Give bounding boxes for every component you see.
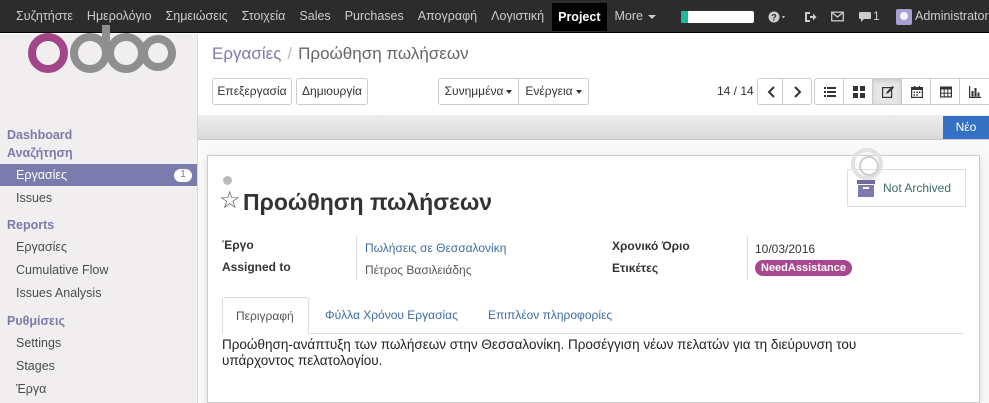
form-view-button[interactable] — [872, 78, 902, 105]
progress-fill — [681, 11, 689, 23]
envelope-icon[interactable] — [831, 0, 844, 33]
action-label: Ενέργεια — [525, 84, 573, 98]
kanban-icon — [853, 86, 865, 98]
chevron-down-icon — [647, 14, 656, 19]
sidebar-item-settings[interactable]: Settings — [0, 332, 197, 354]
sidebar-settings-heading: Ρυθμίσεις — [7, 314, 65, 328]
pager-value[interactable]: 14 / 14 — [717, 84, 754, 98]
bar-chart-icon — [969, 86, 981, 98]
chat-count: 1 — [873, 9, 880, 23]
field-divider — [747, 236, 748, 280]
notebook-tabs: Περιγραφή Φύλλα Χρόνου Εργασίας Επιπλέον… — [222, 297, 964, 334]
kanban-state-icon[interactable] — [223, 176, 232, 185]
menu-accounting[interactable]: Λογιστική — [491, 0, 544, 33]
menu-more-label: More — [614, 9, 643, 23]
edit-button[interactable]: Επεξεργασία — [212, 78, 292, 105]
menu-inventory[interactable]: Απογραφή — [418, 0, 477, 33]
breadcrumb-current: Προώθηση πωλήσεων — [298, 44, 469, 63]
tags-label: Ετικέτες — [612, 261, 659, 275]
chat-icon[interactable] — [858, 0, 872, 33]
menu-purchases[interactable]: Purchases — [345, 0, 404, 33]
sidebar-reports-heading: Reports — [7, 218, 55, 232]
create-button[interactable]: Δημιουργία — [296, 78, 368, 105]
sidebar-item-projects[interactable]: Έργα — [0, 378, 197, 400]
calendar-icon — [911, 86, 923, 98]
action-dropdown[interactable]: Ενέργεια — [518, 78, 589, 105]
sidebar-item-issues[interactable]: Issues — [0, 187, 197, 209]
sidebar-search-heading: Αναζήτηση — [7, 146, 73, 160]
statusbar — [198, 115, 989, 140]
sidebar-item-tasks[interactable]: Εργασίες 1 — [0, 164, 197, 186]
tab-description[interactable]: Περιγραφή — [222, 297, 309, 334]
star-icon[interactable]: ☆ — [219, 186, 241, 215]
chevron-right-icon — [794, 86, 802, 98]
assigned-to-label: Assigned to — [222, 260, 291, 274]
breadcrumb-tasks-link[interactable]: Εργασίες — [212, 44, 281, 63]
sidebar-item-cumulative-flow[interactable]: Cumulative Flow — [0, 259, 197, 281]
graph-view-button[interactable] — [959, 78, 989, 105]
attachments-label: Συνημμένα — [444, 84, 504, 98]
avatar[interactable] — [896, 9, 912, 25]
attachments-dropdown[interactable]: Συνημμένα — [438, 78, 519, 105]
tab-timesheets[interactable]: Φύλλα Χρόνου Εργασίας — [312, 297, 471, 334]
list-view-button[interactable] — [814, 78, 844, 105]
svg-text:?: ? — [771, 12, 777, 22]
menu-more[interactable]: More — [615, 0, 656, 33]
help-icon[interactable]: ? — [768, 0, 788, 33]
breadcrumb: Εργασίες / Προώθηση πωλήσεων — [212, 44, 469, 64]
sidebar-item-stages[interactable]: Stages — [0, 355, 197, 377]
tag-badge[interactable]: NeedAssistance — [755, 260, 852, 276]
sidebar-item-label: Εργασίες — [16, 168, 68, 182]
pager-next-button[interactable] — [782, 78, 812, 105]
tasks-count-badge: 1 — [174, 169, 192, 182]
deadline-field[interactable]: 10/03/2016 — [755, 242, 815, 256]
menu-project[interactable]: Project — [552, 2, 607, 31]
tab-extra-info[interactable]: Επιπλέον πληροφορίες — [475, 297, 625, 334]
sidebar-item-report-tasks[interactable]: Εργασίες — [0, 236, 197, 258]
sign-out-icon[interactable] — [804, 0, 817, 33]
sidebar-dashboard[interactable]: Dashboard — [7, 128, 72, 142]
project-field[interactable]: Πωλήσεις σε Θεσσαλονίκη — [365, 241, 506, 255]
user-menu[interactable]: Administrator — [915, 0, 989, 33]
chevron-down-icon — [575, 89, 582, 94]
field-divider — [356, 236, 357, 280]
description-text[interactable]: Προώθηση-ανάπτυξη των πωλήσεων στην Θεσσ… — [222, 337, 912, 369]
breadcrumb-separator: / — [287, 44, 293, 63]
archive-icon — [857, 180, 875, 197]
chevron-down-icon — [506, 89, 513, 94]
list-icon — [824, 87, 836, 97]
odoo-logo[interactable] — [26, 23, 176, 75]
deadline-label: Χρονικό Όριο — [612, 239, 690, 253]
project-label: Έργο — [222, 238, 254, 252]
calendar-view-button[interactable] — [901, 78, 931, 105]
kanban-view-button[interactable] — [843, 78, 873, 105]
table-icon — [940, 86, 952, 98]
archive-status-label: Not Archived — [883, 181, 952, 195]
page-title[interactable]: Προώθηση πωλήσεων — [243, 189, 492, 216]
menu-contacts[interactable]: Στοιχεία — [242, 0, 286, 33]
sidebar-item-issues-analysis[interactable]: Issues Analysis — [0, 282, 197, 304]
menu-sales[interactable]: Sales — [299, 0, 330, 33]
assigned-to-field[interactable]: Πέτρος Βασιλειάδης — [365, 263, 471, 277]
edit-form-icon — [882, 86, 894, 98]
planner-progress-bar[interactable] — [681, 11, 754, 23]
chevron-left-icon — [767, 86, 775, 98]
loading-spinner — [851, 148, 883, 180]
stage-new-button[interactable]: Νέο — [943, 116, 989, 139]
pivot-view-button[interactable] — [930, 78, 960, 105]
